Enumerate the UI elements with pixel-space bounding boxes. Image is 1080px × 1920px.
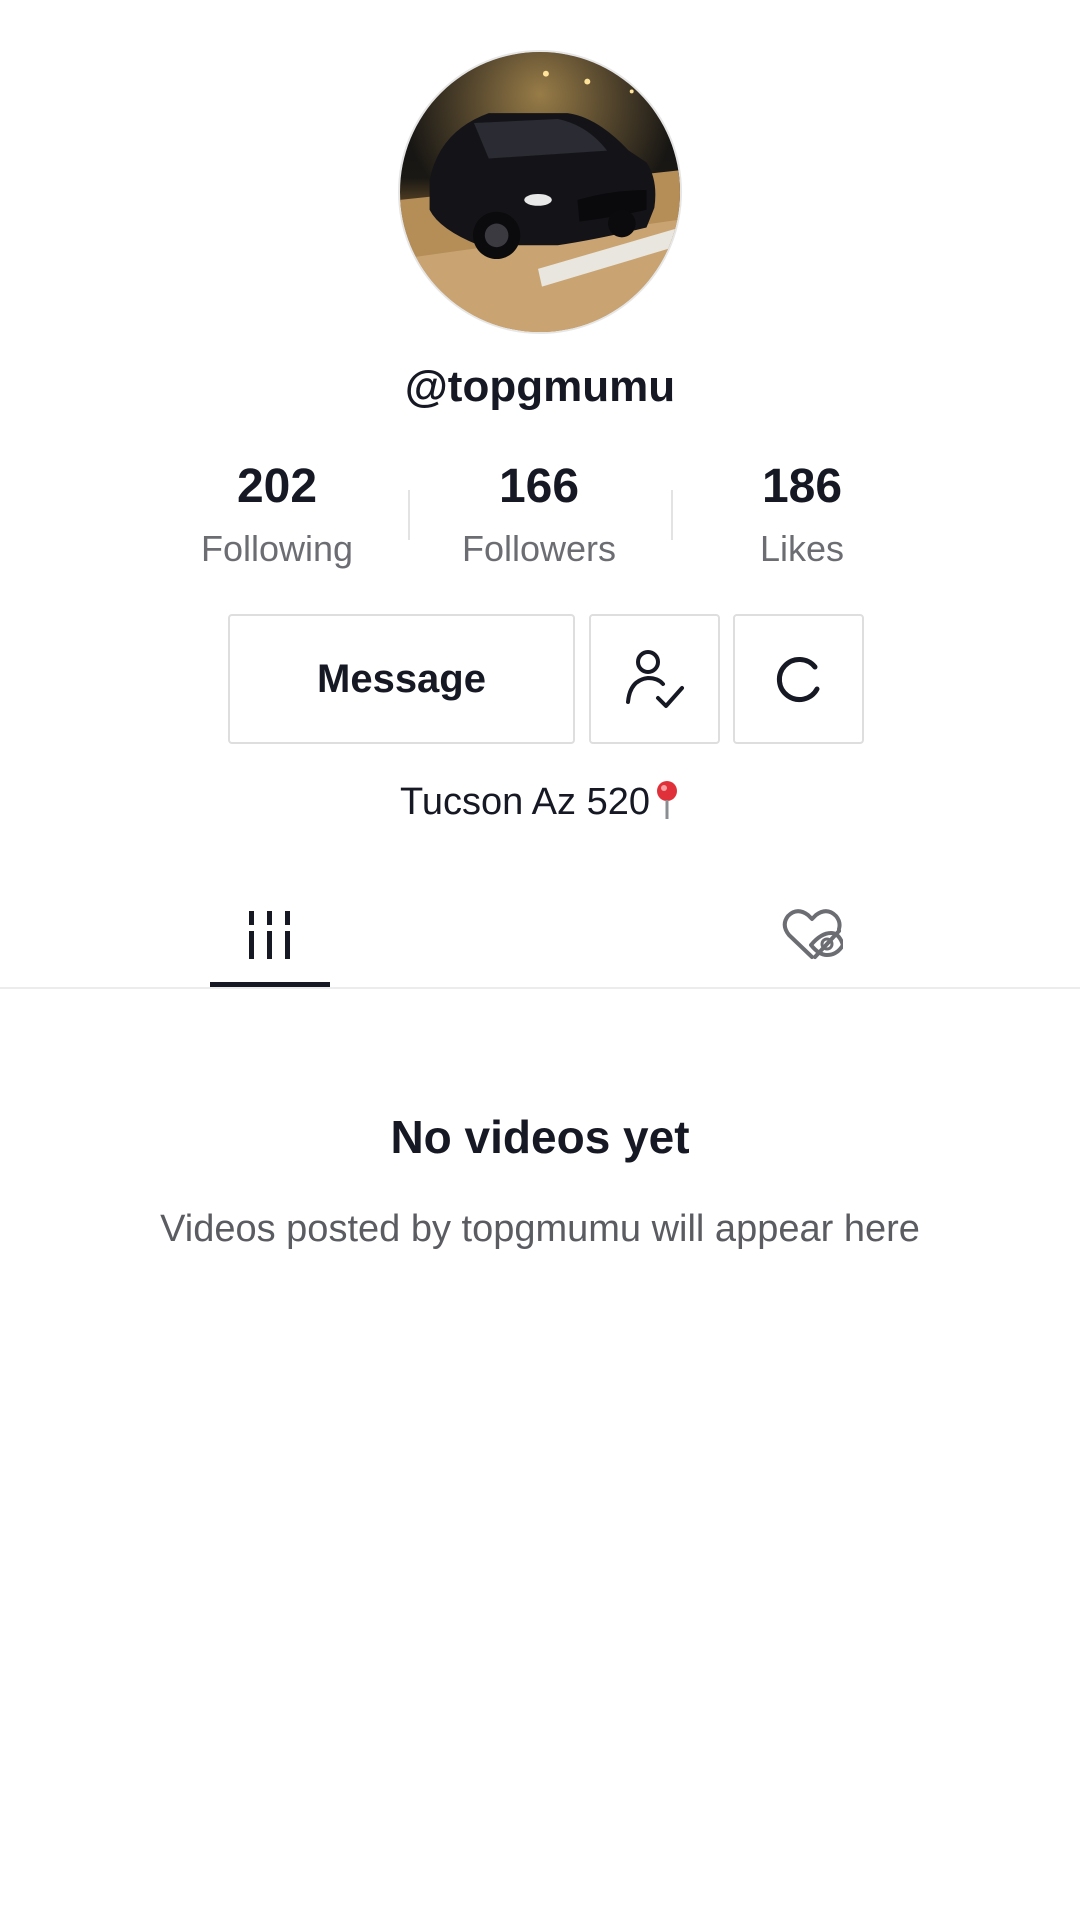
more-button[interactable]	[733, 614, 864, 744]
stat-likes[interactable]: 186 Likes	[682, 456, 922, 572]
following-status-button[interactable]	[589, 614, 720, 744]
likes-label: Likes	[759, 528, 845, 569]
profile-username: @topgmumu	[404, 362, 676, 411]
tab-videos[interactable]	[210, 880, 330, 990]
likes-count: 186	[761, 460, 843, 513]
following-count: 202	[236, 460, 318, 513]
following-label: Following	[200, 528, 354, 569]
followers-label: Followers	[461, 528, 617, 569]
profile-bio: Tucson Az 520	[0, 780, 1080, 824]
tab-liked-private[interactable]	[752, 880, 872, 990]
stat-divider	[671, 490, 673, 540]
location-pin-icon	[654, 780, 680, 820]
bio-text: Tucson Az 520	[400, 781, 650, 823]
empty-state-title: No videos yet	[390, 1111, 690, 1163]
liked-hidden-icon	[782, 909, 843, 959]
user-check-icon	[625, 650, 684, 708]
message-button[interactable]: Message	[228, 614, 575, 744]
tabs-divider	[0, 987, 1080, 989]
stat-divider	[408, 490, 410, 540]
refresh-icon	[776, 657, 819, 702]
stat-following[interactable]: 202 Following	[157, 456, 397, 572]
videos-grid-icon	[249, 911, 290, 959]
empty-state-subtitle: Videos posted by topgmumu will appear he…	[160, 1208, 920, 1250]
followers-count: 166	[498, 460, 580, 513]
profile-avatar[interactable]	[398, 50, 682, 334]
avatar-image	[400, 52, 680, 332]
stat-followers[interactable]: 166 Followers	[419, 456, 659, 572]
